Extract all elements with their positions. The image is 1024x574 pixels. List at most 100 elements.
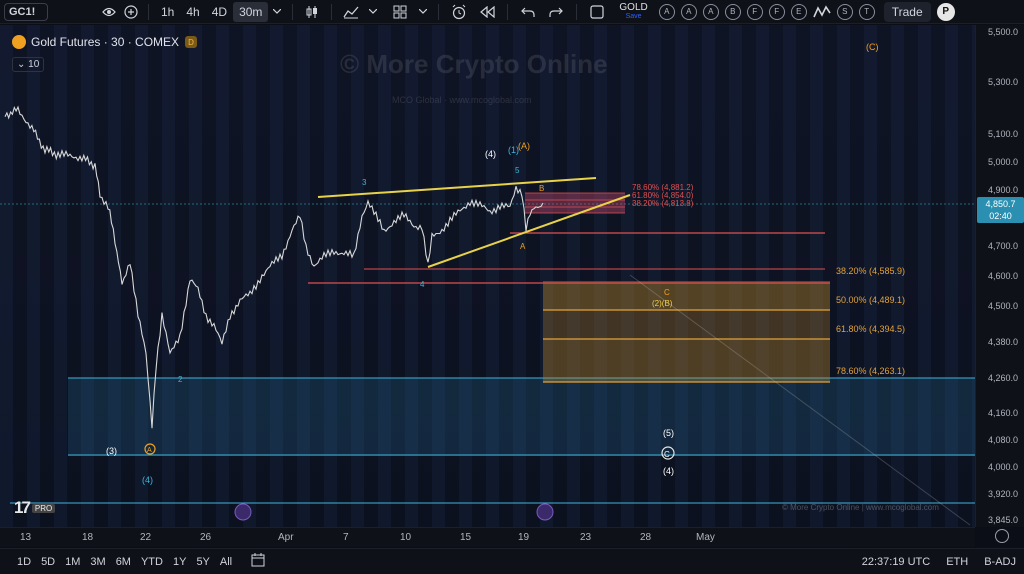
undo-icon[interactable] [514, 2, 542, 22]
event-icon-2 [536, 503, 554, 521]
symbol-search[interactable]: GC1! [4, 2, 48, 21]
fib-label-382: 38.20% (4,585.9) [836, 266, 905, 276]
time-scale[interactable]: 13 18 22 26 Apr 7 10 15 19 23 28 May [0, 527, 975, 547]
price-label: 5,100.0 [987, 129, 1018, 139]
drawing-tool-t[interactable]: T [858, 3, 875, 20]
time-label: 18 [82, 532, 94, 543]
indicators-icon[interactable] [338, 2, 364, 22]
fib-label-50: 50.00% (4,489.1) [836, 295, 905, 305]
price-label: 3,845.0 [987, 515, 1018, 525]
tradingview-logo[interactable]: 17 PRO [14, 498, 56, 518]
interval-4h[interactable]: 4h [180, 2, 205, 22]
bottom-bar: 1D 5D 1M 3M 6M YTD 1Y 5Y All 22:37:19 UT… [0, 548, 1024, 574]
toolbar-divider [507, 3, 509, 20]
price-label: 5,500.0 [987, 27, 1018, 37]
chevron-down-icon[interactable] [414, 2, 432, 22]
range-1m[interactable]: 1M [60, 556, 85, 568]
gear-icon[interactable] [995, 529, 1009, 543]
alert-clock-icon[interactable] [445, 2, 473, 22]
drawing-tool-b[interactable]: B [724, 3, 741, 20]
fib-label-618: 61.80% (4,394.5) [836, 324, 905, 334]
watermark-footer: © More Crypto Online | www.mcoglobal.com [782, 503, 939, 512]
tv-logo-mark: 17 [14, 498, 31, 517]
wave-label-2: 2 [178, 375, 183, 384]
bar-countdown: 02:40 [989, 211, 1012, 221]
current-price-value: 4,850.7 [985, 199, 1016, 209]
top-fib-label-382: 38.20% (4,813.8) [632, 199, 694, 208]
fib-zone-1 [543, 281, 830, 310]
redo-icon[interactable] [542, 2, 570, 22]
chart-legend[interactable]: Gold Futures · 30 · COMEX D [12, 35, 198, 49]
save-label: Save [625, 12, 642, 20]
gold-symbol-icon [12, 35, 26, 49]
price-label: 4,160.0 [987, 408, 1018, 418]
time-label: 10 [400, 532, 412, 543]
range-1d[interactable]: 1D [12, 556, 36, 568]
time-label: 7 [343, 532, 349, 543]
session-stripe [54, 25, 67, 527]
session-toggle[interactable]: ETH [938, 556, 976, 568]
time-label: Apr [278, 532, 294, 543]
range-all[interactable]: All [215, 556, 237, 568]
utc-clock[interactable]: 22:37:19 UTC [854, 556, 938, 568]
drawing-tool-s[interactable]: S [836, 3, 853, 20]
range-5d[interactable]: 5D [36, 556, 60, 568]
drawing-tool-f2[interactable]: F [768, 3, 785, 20]
session-stripe [0, 25, 13, 527]
wave-label-4-paren2: (4) [663, 466, 674, 476]
interval-30m[interactable]: 30m [233, 1, 269, 22]
chart-title: Gold Futures · 30 · COMEX [31, 35, 180, 49]
wave-label-3-paren: (3) [106, 446, 117, 456]
wave-label-4-paren: (4) [142, 475, 153, 485]
fullscreen-square-icon[interactable] [583, 2, 611, 22]
toolbar-divider [148, 3, 149, 20]
fib-label-786: 78.60% (4,263.1) [836, 366, 905, 376]
replay-icon[interactable] [473, 2, 501, 22]
chart-pane[interactable]: (C) (4) (1) (A) 3 5 B A 4 C (2)(B) 2 (3)… [0, 25, 975, 527]
chevron-down-icon[interactable] [364, 2, 382, 22]
interval-4d[interactable]: 4D [206, 2, 233, 22]
eye-icon[interactable] [98, 2, 120, 22]
date-range-icon[interactable] [251, 553, 265, 570]
time-label: 28 [640, 532, 652, 543]
drawing-tool-a3[interactable]: A [702, 3, 719, 20]
drawing-tool-f[interactable]: F [746, 3, 763, 20]
toolbar-divider [576, 3, 578, 20]
price-label: 4,000.0 [987, 462, 1018, 472]
trade-button[interactable]: Trade [883, 1, 931, 22]
interval-1h[interactable]: 1h [155, 2, 180, 22]
range-6m[interactable]: 6M [111, 556, 136, 568]
drawing-tool-a2[interactable]: A [680, 3, 697, 20]
range-ytd[interactable]: YTD [136, 556, 168, 568]
fib-zone-3 [543, 339, 830, 382]
profile-avatar[interactable]: P [936, 2, 955, 21]
wave-label-4-top: (4) [485, 149, 496, 159]
wave-label-2b: (2)(B) [652, 299, 673, 308]
chevron-down-icon[interactable] [268, 2, 286, 22]
current-price-tag: 4,850.7 02:40 [977, 197, 1024, 223]
layout-name-save[interactable]: GOLD Save [611, 2, 655, 22]
cyan-support-zone [68, 378, 975, 456]
drawing-tool-e[interactable]: E [790, 3, 807, 20]
volume-indicator[interactable]: ⌄ 10 [12, 57, 45, 72]
layout-name: GOLD [619, 1, 648, 13]
candles-icon[interactable] [299, 2, 325, 22]
price-scale[interactable]: 5,500.0 5,300.0 5,100.0 5,000.0 4,900.0 … [975, 25, 1024, 527]
price-label: 5,000.0 [987, 157, 1018, 167]
layout-grid-icon[interactable] [386, 2, 414, 22]
drawing-tool-a[interactable]: A [658, 3, 675, 20]
range-5y[interactable]: 5Y [191, 556, 214, 568]
toolbar-divider [292, 3, 294, 20]
wave-tool-icon[interactable] [810, 2, 834, 22]
range-3m[interactable]: 3M [85, 556, 110, 568]
add-symbol-icon[interactable] [120, 2, 142, 22]
wave-label-5: 5 [515, 166, 520, 175]
price-label: 4,700.0 [987, 241, 1018, 251]
range-1y[interactable]: 1Y [168, 556, 191, 568]
adjustment-toggle[interactable]: B-ADJ [976, 556, 1024, 568]
wave-label-3: 3 [362, 178, 367, 187]
wave-label-c-top: (C) [866, 42, 879, 52]
price-label: 4,080.0 [987, 435, 1018, 445]
time-label: 26 [200, 532, 212, 543]
watermark-main: © More Crypto Online [340, 49, 608, 79]
